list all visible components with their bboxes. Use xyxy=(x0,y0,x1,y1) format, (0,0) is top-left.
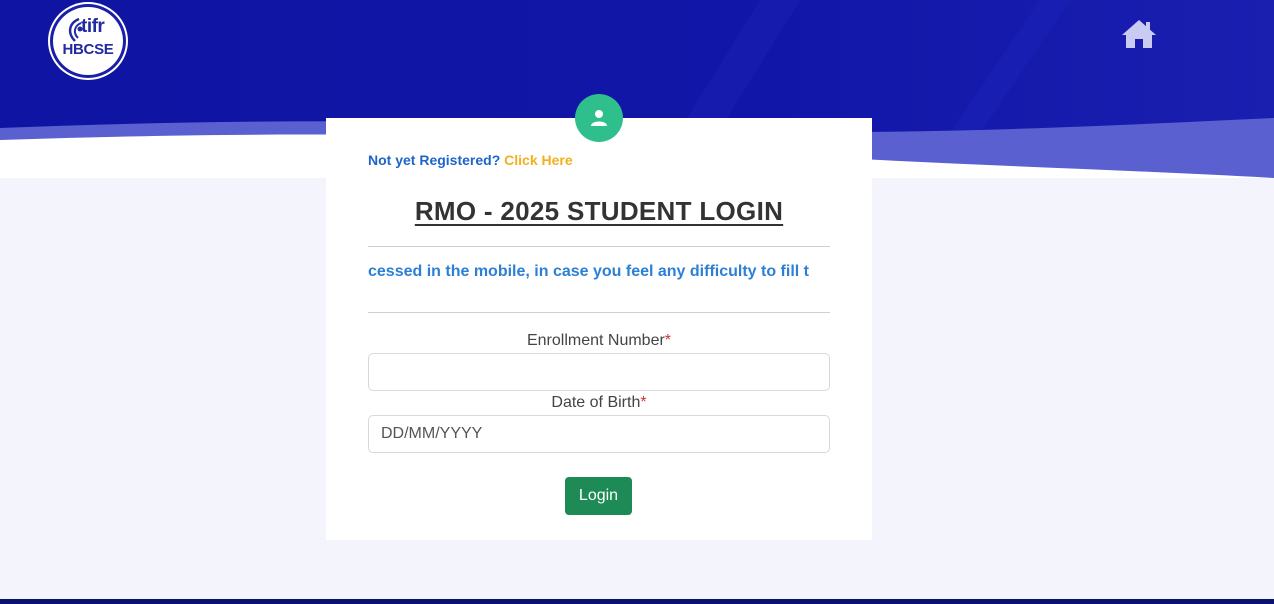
dob-label: Date of Birth* xyxy=(368,394,830,412)
user-icon xyxy=(591,110,607,126)
notice-marquee: cessed in the mobile, in case you feel a… xyxy=(368,263,830,285)
required-mark: * xyxy=(640,394,647,411)
home-icon[interactable] xyxy=(1120,18,1158,50)
date-of-birth-input[interactable] xyxy=(368,415,830,453)
enrollment-label: Enrollment Number* xyxy=(368,332,830,350)
login-button[interactable]: Login xyxy=(565,477,632,515)
divider-bottom xyxy=(368,312,830,313)
tifr-hbcse-logo[interactable]: tifr HBCSE xyxy=(50,4,126,78)
dob-label-text: Date of Birth xyxy=(551,394,641,411)
user-badge xyxy=(575,94,623,142)
register-prompt: Not yet Registered? Click Here xyxy=(368,152,573,168)
divider-top xyxy=(368,246,830,247)
page-title: RMO - 2025 STUDENT LOGIN xyxy=(414,196,784,226)
enrollment-label-text: Enrollment Number xyxy=(526,332,665,349)
register-link[interactable]: Click Here xyxy=(504,152,572,168)
logo-text-hbcse: HBCSE xyxy=(62,41,114,58)
login-card: Not yet Registered? Click Here RMO - 202… xyxy=(326,118,872,540)
enrollment-number-input[interactable] xyxy=(368,353,830,391)
required-mark: * xyxy=(664,332,672,349)
marquee-text: cessed in the mobile, in case you feel a… xyxy=(368,263,809,280)
logo-text-tifr: tifr xyxy=(81,16,105,37)
footer-bar xyxy=(0,599,1274,604)
register-question: Not yet Registered? xyxy=(368,152,501,168)
